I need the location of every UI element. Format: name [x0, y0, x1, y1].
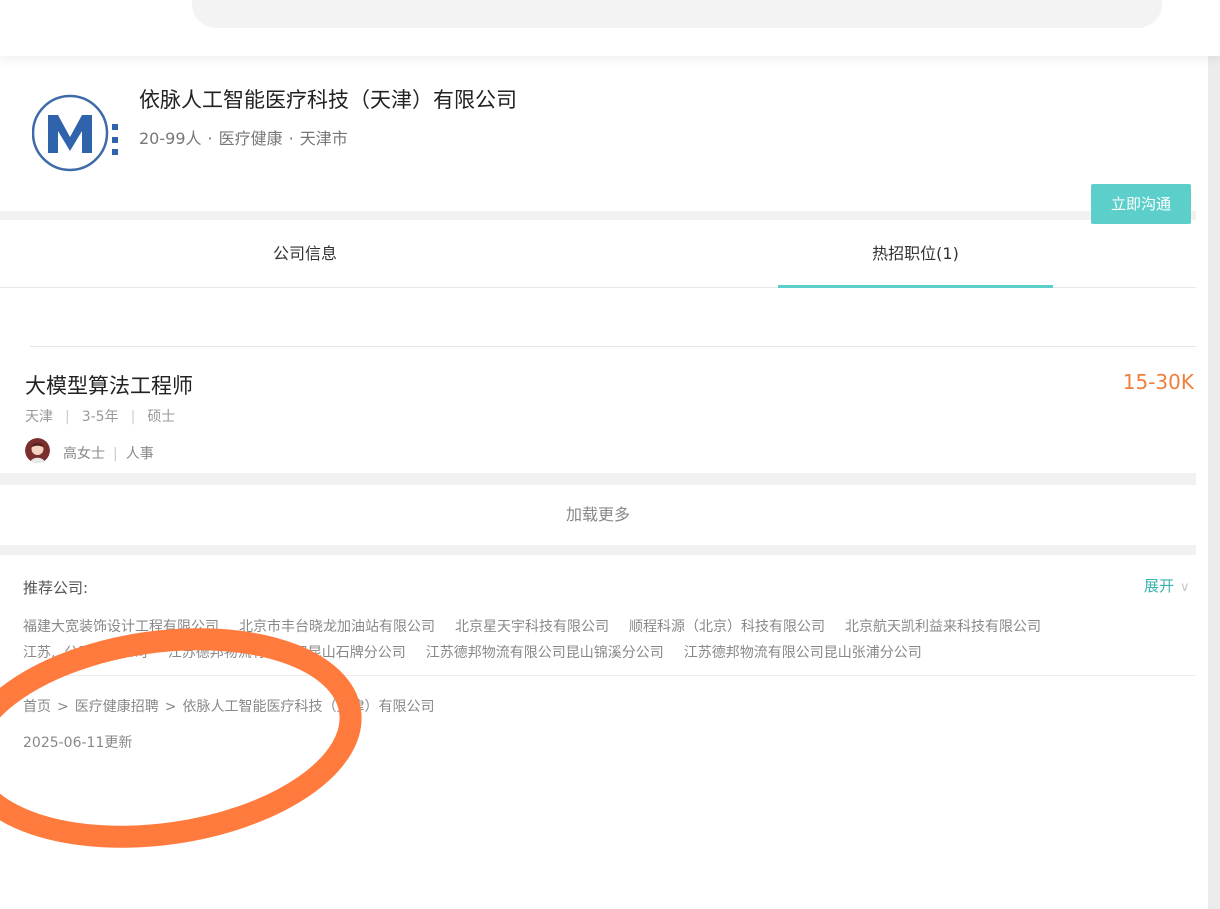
expand-label: 展开 [1144, 577, 1175, 595]
job-title[interactable]: 大模型算法工程师 [25, 370, 193, 400]
company-logo [32, 94, 118, 172]
load-more-button[interactable]: 加载更多 [0, 485, 1196, 545]
recommend-company-link[interactable]: 江苏...公司昆山...司 [23, 645, 148, 661]
recommend-company-link[interactable]: 江苏德邦物流有限公司昆山张浦分公司 [684, 645, 922, 661]
recommend-company-link[interactable]: 福建大宽装饰设计工程有限公司 [23, 619, 219, 635]
section-gap [0, 545, 1196, 555]
recommend-row: 福建大宽装饰设计工程有限公司 北京市丰台晓龙加油站有限公司 北京星天宇科技有限公司 顺… [23, 616, 1061, 636]
job-education: 硕士 [147, 409, 176, 425]
meta-separator: · [288, 129, 294, 148]
search-bar[interactable] [192, 0, 1162, 28]
recommend-company-link[interactable]: 北京航天凯利益来科技有限公司 [845, 619, 1041, 635]
recruiter-avatar [25, 438, 50, 463]
divider [23, 675, 1196, 676]
recommend-company-link[interactable]: 北京市丰台晓龙加油站有限公司 [239, 619, 435, 635]
top-bar [0, 0, 1220, 56]
company-size: 20-99人 [139, 129, 202, 148]
section-gap [0, 211, 1196, 220]
scrollbar-track[interactable] [1196, 56, 1220, 909]
company-industry: 医疗健康 [218, 129, 283, 148]
job-tags: 天津 | 3-5年 | 硕士 [25, 409, 176, 425]
scrollbar-thumb[interactable] [1196, 56, 1208, 909]
breadcrumb-separator: > [57, 699, 69, 715]
job-location: 天津 [25, 409, 53, 425]
job-salary: 15-30K [1122, 370, 1194, 394]
divider [30, 346, 1196, 347]
tab-bar: 公司信息 热招职位(1) [0, 220, 1196, 288]
job-card[interactable]: 大模型算法工程师 15-30K 天津 | 3-5年 | 硕士 高女士 | 人事 [0, 348, 1196, 473]
breadcrumb: 首页 > 医疗健康招聘 > 依脉人工智能医疗科技（天津）有限公司 [23, 696, 434, 716]
recommend-company-link[interactable]: 江苏德邦物流有限公司昆山石牌分公司 [168, 645, 406, 661]
page-content: 依脉人工智能医疗科技（天津）有限公司 20-99人 · 医疗健康 · 天津市 公司信息 … [0, 56, 1196, 909]
recommend-company-link[interactable]: 顺程科源（北京）科技有限公司 [629, 619, 825, 635]
company-name: 依脉人工智能医疗科技（天津）有限公司 [139, 88, 517, 112]
recruiter-role: 人事 [125, 446, 154, 462]
meta-separator: · [207, 129, 213, 148]
recommended-companies: 推荐公司: 展开 ∨ 福建大宽装饰设计工程有限公司 北京市丰台晓龙加油站有限公司 北京… [0, 555, 1196, 909]
chat-now-button[interactable]: 立即沟通 [1091, 184, 1191, 224]
recommend-company-link[interactable]: 江苏德邦物流有限公司昆山锦溪分公司 [426, 645, 664, 661]
company-city: 天津市 [299, 129, 348, 148]
recruiter-name: 高女士 [63, 446, 105, 462]
chevron-down-icon: ∨ [1180, 580, 1190, 595]
section-gap [0, 473, 1196, 485]
breadcrumb-category[interactable]: 医疗健康招聘 [75, 699, 159, 715]
breadcrumb-current: 依脉人工智能医疗科技（天津）有限公司 [182, 699, 435, 715]
update-date: 2025-06-11更新 [23, 735, 133, 751]
company-meta: 20-99人 · 医疗健康 · 天津市 [139, 125, 348, 149]
breadcrumb-home[interactable]: 首页 [23, 699, 51, 715]
active-tab-indicator [778, 285, 1053, 288]
recommend-label: 推荐公司: [23, 579, 89, 597]
job-experience: 3-5年 [81, 409, 119, 425]
tab-company-info[interactable]: 公司信息 [200, 220, 410, 288]
tab-hot-jobs[interactable]: 热招职位(1) [778, 220, 1053, 288]
expand-button[interactable]: 展开 ∨ [1144, 575, 1190, 596]
recruiter-info: 高女士 | 人事 [63, 446, 154, 462]
company-header: 依脉人工智能医疗科技（天津）有限公司 20-99人 · 医疗健康 · 天津市 [0, 56, 1196, 211]
recommend-company-link[interactable]: 北京星天宇科技有限公司 [455, 619, 609, 635]
recommend-row: 江苏...公司昆山...司 江苏德邦物流有限公司昆山石牌分公司 江苏德邦物流有限公司… [23, 642, 942, 662]
breadcrumb-separator: > [164, 699, 177, 715]
